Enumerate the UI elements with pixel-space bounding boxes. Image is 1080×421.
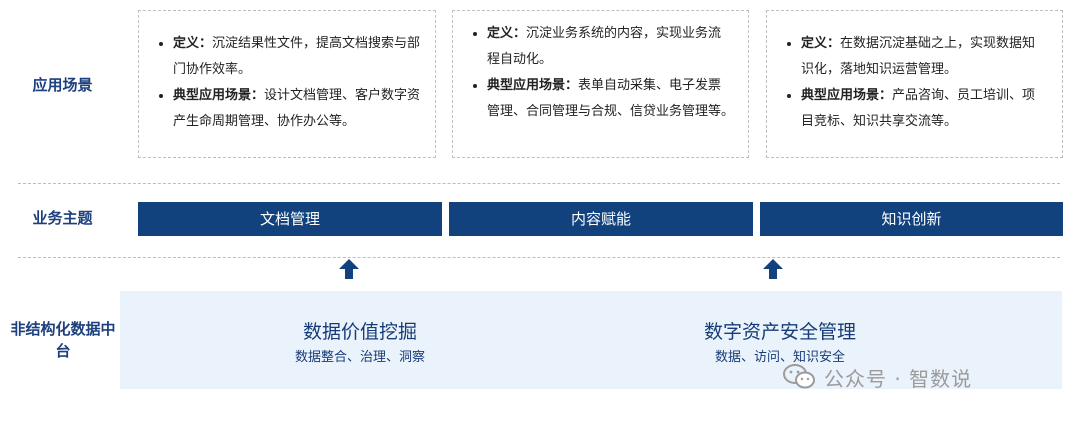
- watermark-text: 公众号 · 智数说: [824, 366, 973, 391]
- separator-bottom: [18, 257, 1060, 258]
- platform-item-title: 数据价值挖掘: [302, 321, 417, 343]
- watermark: 公众号 · 智数说: [782, 362, 1052, 392]
- definition-label: 定义：: [487, 26, 527, 41]
- row-label-platform: 非结构化数据中台: [10, 320, 116, 360]
- topic-knowledge-innovation: 知识创新: [760, 202, 1063, 236]
- platform-item-value-mining: 数据价值挖掘 数据整合、治理、洞察: [200, 319, 520, 369]
- use-case-label: 典型应用场景：: [487, 78, 579, 93]
- card-use-cases: 典型应用场景：表单自动采集、电子发票管理、合同管理与合规、信贷业务管理等。: [487, 73, 734, 125]
- platform-item-title: 数字资产安全管理: [703, 321, 856, 343]
- definition-label: 定义：: [801, 36, 841, 51]
- topic-content-empowerment: 内容赋能: [449, 202, 753, 236]
- separator-top: [18, 183, 1060, 184]
- wechat-icon: [783, 364, 815, 389]
- card-definition: 定义：沉淀结果性文件，提高文档搜索与部门协作效率。: [173, 31, 421, 83]
- row-label-scenarios: 应用场景: [32, 76, 93, 94]
- card-use-cases: 典型应用场景：产品咨询、员工培训、项目竞标、知识共享交流等。: [801, 83, 1048, 135]
- topic-document-management: 文档管理: [138, 202, 442, 236]
- card-definition: 定义：在数据沉淀基础之上，实现数据知识化，落地知识运营管理。: [801, 31, 1048, 83]
- up-arrow-icon: [339, 259, 359, 279]
- platform-item-desc: 数据整合、治理、洞察: [294, 350, 425, 365]
- card-definition: 定义：沉淀业务系统的内容，实现业务流程自动化。: [487, 21, 734, 73]
- use-case-label: 典型应用场景：: [801, 88, 893, 103]
- row-label-topics: 业务主题: [32, 209, 93, 227]
- scenario-card-document: 定义：沉淀结果性文件，提高文档搜索与部门协作效率。 典型应用场景：设计文档管理、…: [138, 10, 436, 158]
- card-use-cases: 典型应用场景：设计文档管理、客户数字资产生命周期管理、协作办公等。: [173, 83, 421, 135]
- up-arrow-icon: [763, 259, 783, 279]
- definition-label: 定义：: [173, 36, 213, 51]
- scenario-card-content: 定义：沉淀业务系统的内容，实现业务流程自动化。 典型应用场景：表单自动采集、电子…: [452, 10, 749, 158]
- use-case-label: 典型应用场景：: [173, 88, 265, 103]
- scenario-card-knowledge: 定义：在数据沉淀基础之上，实现数据知识化，落地知识运营管理。 典型应用场景：产品…: [766, 10, 1063, 158]
